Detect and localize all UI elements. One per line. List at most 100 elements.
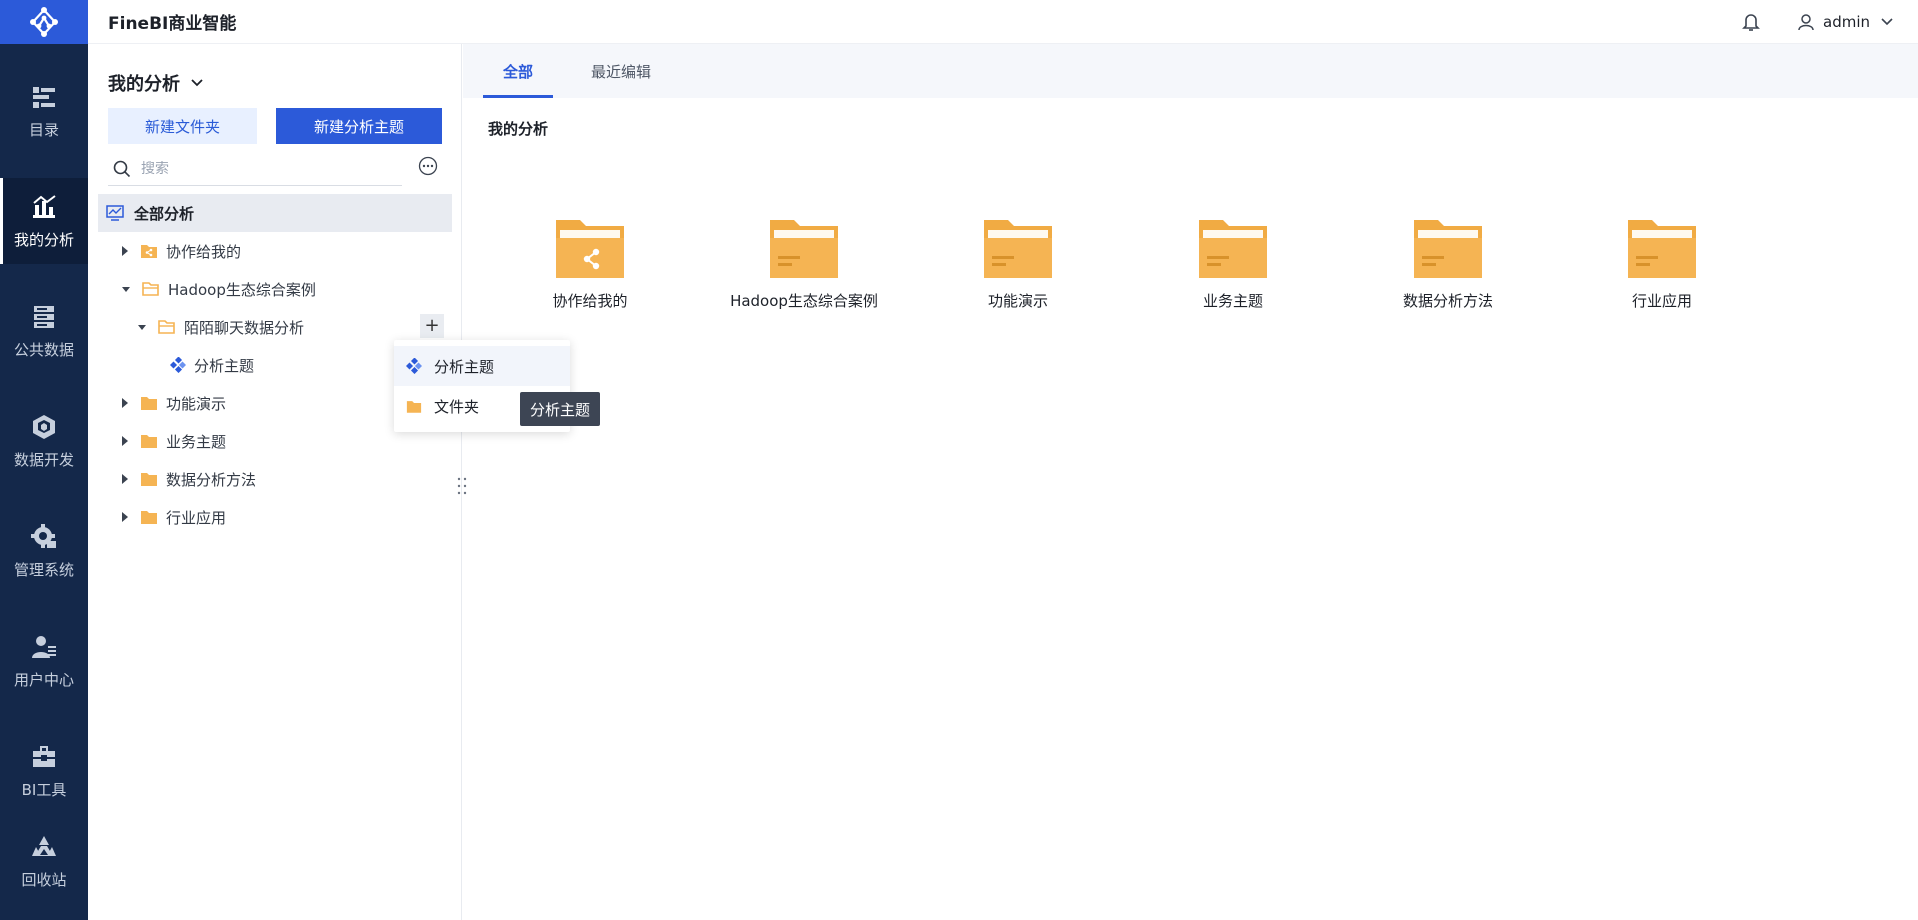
user-menu[interactable]: admin: [1797, 13, 1894, 31]
folder-card-methods[interactable]: 数据分析方法: [1360, 214, 1536, 344]
panel-title-dropdown[interactable]: 我的分析: [108, 70, 204, 96]
folder-icon: [1628, 220, 1696, 278]
rail-item-admin[interactable]: 管理系统: [0, 508, 88, 594]
subject-diamond-icon: [406, 358, 422, 374]
folder-card-industry[interactable]: 行业应用: [1574, 214, 1750, 344]
caret-right-icon[interactable]: [122, 436, 128, 446]
app-logo[interactable]: [0, 0, 88, 44]
cube-icon: [33, 414, 55, 439]
tab-label: 全部: [502, 62, 533, 81]
folder-icon: [406, 400, 422, 413]
tree-item-label: Hadoop生态综合案例: [168, 280, 316, 299]
folder-card-demo[interactable]: 功能演示: [930, 214, 1106, 344]
tab-all[interactable]: 全部: [483, 44, 553, 98]
subject-diamond-icon: [170, 357, 186, 373]
folder-card-hadoop[interactable]: Hadoop生态综合案例: [716, 214, 892, 344]
tooltip: 分析主题: [520, 392, 600, 426]
tree-item-industry[interactable]: 行业应用: [122, 502, 226, 532]
shared-folder-icon: [556, 220, 624, 278]
folder-icon: [1414, 220, 1482, 278]
panel-title: 我的分析: [108, 74, 180, 95]
folder-label: Hadoop生态综合案例: [730, 292, 878, 310]
top-bar: FineBI商业智能 admin: [88, 0, 1918, 44]
folder-card-business[interactable]: 业务主题: [1145, 214, 1321, 344]
main-content: 全部 最近编辑 我的分析 协作给我的 Hadoop生态综合案例 功能演示 业务主…: [463, 44, 1918, 920]
tree-item-methods[interactable]: 数据分析方法: [122, 464, 256, 494]
toolbox-icon: [33, 745, 55, 767]
rail-label: BI工具: [21, 780, 67, 799]
tree-root-label: 全部分析: [134, 204, 195, 223]
catalog-icon: [33, 86, 55, 108]
add-plus-button[interactable]: +: [420, 314, 444, 338]
tree-item-label: 功能演示: [166, 394, 227, 413]
menu-item-label: 文件夹: [434, 397, 480, 416]
user-card-icon: [32, 635, 56, 658]
rail-item-bi-tools[interactable]: BI工具: [0, 728, 88, 814]
tab-bar: 全部 最近编辑: [463, 44, 1918, 98]
tree-item-label: 陌陌聊天数据分析: [184, 318, 305, 337]
bell-icon[interactable]: [1741, 12, 1761, 32]
rail-label: 数据开发: [13, 450, 74, 469]
tree-root-all-analysis[interactable]: 全部分析: [98, 194, 452, 232]
analysis-sidebar: 我的分析 新建文件夹 新建分析主题 全部分析 协作给我的 Hadoop生态综合案…: [88, 44, 467, 920]
monitor-chart-icon: [106, 205, 124, 221]
tree-item-demo[interactable]: 功能演示: [122, 388, 226, 418]
tree-item-shared-with-me[interactable]: 协作给我的: [122, 236, 241, 266]
folder-icon: [140, 395, 158, 411]
rail-item-user-center[interactable]: 用户中心: [0, 618, 88, 704]
folder-label: 行业应用: [1631, 292, 1692, 310]
folder-label: 数据分析方法: [1402, 292, 1493, 310]
menu-item-analysis-subject[interactable]: 分析主题: [394, 346, 570, 386]
left-nav-rail: 目录 我的分析 公共数据 数据开发 管理系统 用户中心 BI工具 回收站: [0, 0, 88, 920]
rail-item-data-dev[interactable]: 数据开发: [0, 398, 88, 484]
topbar-right: admin: [1741, 0, 1894, 44]
search-input[interactable]: [141, 160, 381, 177]
tree-item-label: 数据分析方法: [166, 470, 257, 489]
folder-icon: [140, 471, 158, 487]
folder-icon: [140, 509, 158, 525]
recycle-icon: [32, 835, 56, 856]
tree-item-business[interactable]: 业务主题: [122, 426, 226, 456]
rail-label: 公共数据: [13, 340, 74, 359]
rail-label: 管理系统: [13, 560, 74, 579]
rail-label: 回收站: [21, 870, 67, 889]
rail-item-recycle-bin[interactable]: 回收站: [0, 818, 88, 904]
logo-icon: [30, 7, 58, 37]
shared-folder-icon: [140, 243, 158, 259]
folder-icon: [770, 220, 838, 278]
tree-item-label: 业务主题: [166, 432, 227, 451]
caret-down-icon[interactable]: [122, 286, 130, 292]
app-root: 目录 我的分析 公共数据 数据开发 管理系统 用户中心 BI工具 回收站 Fin…: [0, 0, 1918, 920]
caret-down-icon[interactable]: [138, 324, 146, 330]
folder-icon: [140, 433, 158, 449]
new-subject-button[interactable]: 新建分析主题: [276, 108, 442, 144]
open-folder-icon: [142, 281, 160, 297]
rail-item-public-data[interactable]: 公共数据: [0, 288, 88, 374]
search-icon: [113, 160, 131, 177]
caret-right-icon[interactable]: [122, 512, 128, 522]
caret-right-icon[interactable]: [122, 398, 128, 408]
section-title: 我的分析: [488, 120, 549, 138]
tree-item-label: 行业应用: [166, 508, 227, 527]
rail-item-my-analysis[interactable]: 我的分析: [0, 178, 88, 264]
folder-card-shared[interactable]: 协作给我的: [502, 214, 678, 344]
tree-item-momo[interactable]: 陌陌聊天数据分析: [138, 312, 304, 342]
tree-item-label: 分析主题: [194, 356, 255, 375]
folder-label: 功能演示: [987, 292, 1048, 310]
caret-right-icon[interactable]: [122, 474, 128, 484]
analysis-chart-icon: [33, 194, 56, 218]
tab-recent-edit[interactable]: 最近编辑: [575, 44, 667, 98]
tab-label: 最近编辑: [590, 62, 651, 81]
tree-item-analysis-subject[interactable]: 分析主题: [170, 350, 254, 380]
folder-icon: [984, 220, 1052, 278]
folder-label: 业务主题: [1202, 292, 1263, 310]
database-icon: [34, 305, 54, 328]
caret-right-icon[interactable]: [122, 246, 128, 256]
more-options-icon[interactable]: [418, 156, 438, 176]
rail-item-catalog[interactable]: 目录: [0, 68, 88, 154]
user-icon: [1798, 14, 1814, 31]
new-folder-button[interactable]: 新建文件夹: [108, 108, 257, 144]
app-title: FineBI商业智能: [108, 14, 237, 34]
rail-label: 目录: [28, 120, 59, 139]
tree-item-hadoop[interactable]: Hadoop生态综合案例: [122, 274, 316, 304]
